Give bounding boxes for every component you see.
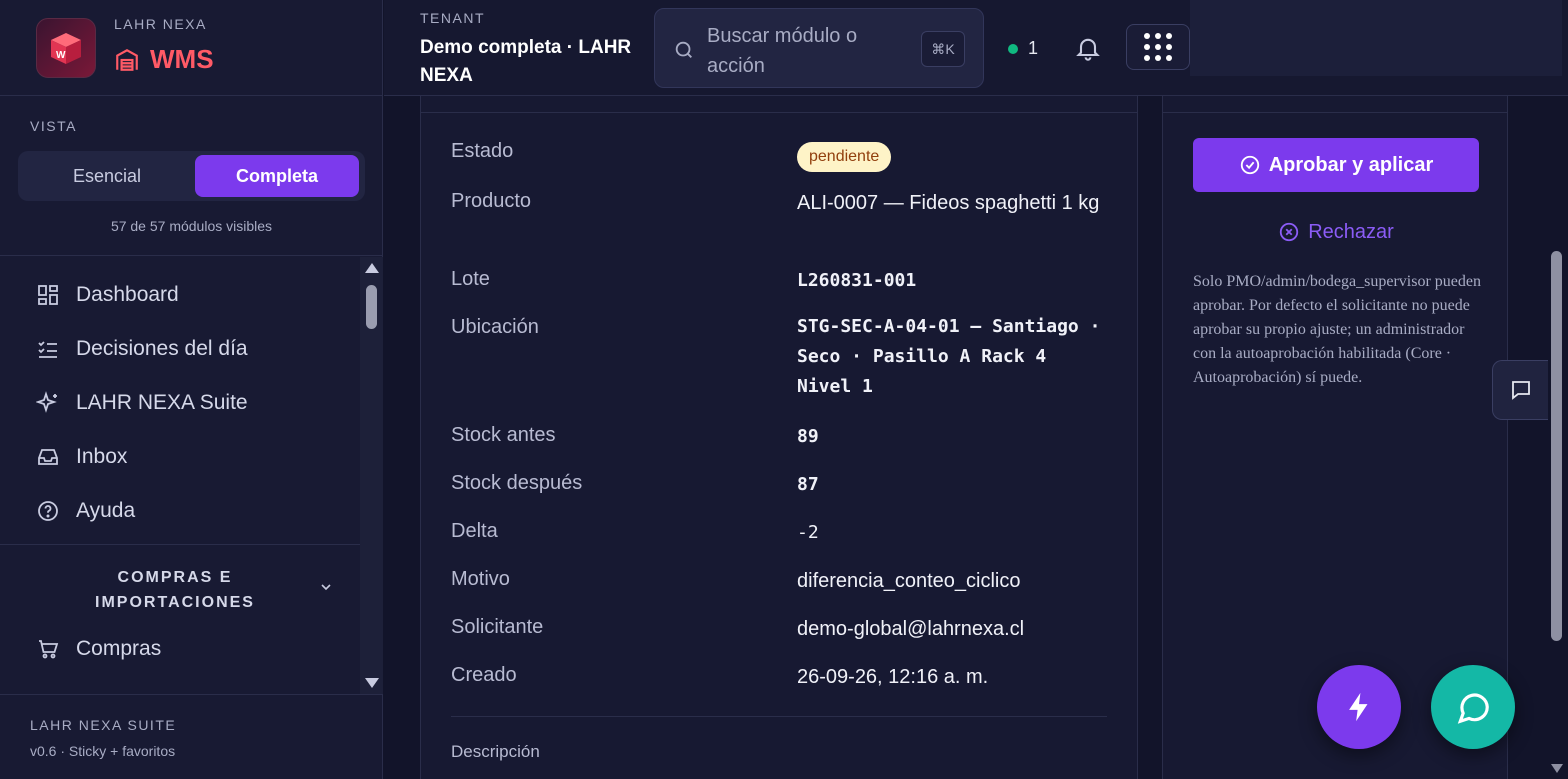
brand-overline: LAHR NEXA (114, 16, 207, 32)
online-indicator[interactable]: 1 (1008, 38, 1038, 59)
field-value: demo-global@lahrnexa.cl (797, 618, 1025, 640)
suite-version: v0.6 · Sticky + favoritos (30, 743, 176, 759)
page-scrollbar[interactable] (1548, 96, 1568, 779)
view-switcher: VISTA Esencial Completa 57 de 57 módulos… (0, 96, 383, 256)
view-option-essential[interactable]: Esencial (22, 155, 192, 197)
svg-text:W: W (56, 50, 66, 61)
scroll-down-arrow[interactable] (1551, 764, 1563, 773)
help-icon (38, 501, 58, 521)
field-label: Producto (451, 190, 532, 212)
adjustment-detail-card: Estado pendiente Producto ALI-0007 — Fid… (420, 96, 1138, 779)
lightning-icon (1349, 692, 1368, 722)
field-value: STG-SEC-A-04-01 — Santiago · Seco · Pasi… (797, 316, 1101, 397)
field-label: Delta (451, 520, 498, 542)
sidebar-item-label: Dashboard (76, 283, 179, 306)
sidebar-item-inbox[interactable]: Inbox (36, 445, 127, 469)
reject-label: Rechazar (1308, 220, 1394, 243)
nav-divider (0, 544, 360, 545)
scroll-thumb[interactable] (366, 285, 377, 329)
sparkles-icon (36, 391, 57, 413)
status-badge: pendiente (797, 142, 892, 172)
reject-button[interactable]: Rechazar (1193, 214, 1479, 250)
suite-title: LAHR NEXA SUITE (30, 717, 177, 733)
warehouse-icon (116, 48, 138, 71)
scroll-down-arrow[interactable] (365, 678, 379, 688)
view-label: VISTA (30, 118, 77, 134)
card-divider (421, 112, 1137, 113)
field-label: Creado (451, 664, 517, 686)
approve-button[interactable]: Aprobar y aplicar (1193, 138, 1479, 192)
chat-bubble-icon (1457, 693, 1489, 724)
check-circle-icon (1240, 155, 1259, 175)
field-label: Estado (451, 140, 514, 162)
sidebar-nav: Dashboard Decisiones del día LAHR NEXA S… (0, 257, 360, 694)
chevron-down-icon[interactable] (318, 579, 334, 595)
sidebar: W LAHR NEXA WMS VISTA Esencial Completa … (0, 0, 383, 779)
view-segmented-control: Esencial Completa (18, 151, 365, 201)
online-dot-icon (1008, 43, 1018, 54)
visible-modules-count: 57 de 57 módulos visibles (110, 218, 273, 234)
approval-note: Solo PMO/admin/bodega_supervisor pueden … (1193, 273, 1481, 386)
field-label: Lote (451, 268, 490, 290)
inbox-icon (38, 449, 58, 465)
field-value: 87 (797, 474, 819, 495)
module-title: WMS (114, 44, 214, 75)
field-label: Stock antes (451, 424, 556, 446)
sidebar-item-decisions[interactable]: Decisiones del día (36, 337, 248, 361)
chat-button[interactable] (1431, 665, 1515, 749)
search-placeholder[interactable]: Buscar módulo o acción (707, 21, 907, 81)
apps-grid-button[interactable] (1126, 24, 1190, 70)
search-box[interactable]: Buscar módulo o acción ⌘K (654, 8, 984, 88)
header-panel (1190, 0, 1562, 76)
field-value: 26-09-26, 12:16 a. m. (797, 666, 989, 688)
sidebar-item-label: Compras (76, 637, 162, 660)
checklist-icon (38, 341, 57, 358)
field-value: diferencia_conteo_ciclico (797, 570, 1021, 592)
field-value: L260831-001 (797, 270, 917, 291)
sidebar-item-label: Ayuda (76, 499, 136, 522)
sidebar-scrollbar[interactable] (360, 257, 383, 694)
sidebar-item-purchases[interactable]: Compras (36, 637, 161, 661)
nav-group-title[interactable]: COMPRAS E IMPORTACIONES (60, 565, 290, 615)
sidebar-item-dashboard[interactable]: Dashboard (36, 283, 179, 307)
sidebar-item-label: LAHR NEXA Suite (76, 391, 248, 414)
field-value: 89 (797, 426, 819, 447)
bell-icon[interactable] (1074, 34, 1102, 62)
feedback-tab[interactable] (1492, 360, 1548, 420)
page-scroll-thumb[interactable] (1551, 251, 1562, 641)
module-name: WMS (150, 44, 214, 74)
view-option-complete[interactable]: Completa (195, 155, 359, 197)
card-divider (451, 716, 1107, 717)
field-value: pendiente (797, 140, 1107, 172)
card-divider (1163, 112, 1507, 113)
field-label: Stock después (451, 472, 583, 494)
field-label: Ubicación (451, 316, 539, 338)
field-label: Motivo (451, 568, 510, 590)
scroll-up-arrow[interactable] (365, 263, 379, 273)
brand-header: W LAHR NEXA WMS (0, 0, 382, 96)
description-label: Descripción (451, 742, 540, 761)
tenant-label: TENANT (420, 10, 485, 26)
dashboard-icon (38, 285, 58, 305)
sidebar-item-help[interactable]: Ayuda (36, 499, 135, 523)
sidebar-item-label: Inbox (76, 445, 128, 468)
cart-icon (39, 640, 59, 659)
field-value: -2 (797, 522, 819, 543)
x-circle-icon (1280, 222, 1299, 242)
cube-logo-icon: W (51, 33, 81, 64)
sidebar-item-label: Decisiones del día (76, 337, 248, 360)
search-icon (675, 41, 692, 58)
shortcut-hint: ⌘K (921, 31, 965, 67)
sidebar-item-suite[interactable]: LAHR NEXA Suite (36, 391, 248, 415)
approve-label: Aprobar y aplicar (1268, 153, 1434, 176)
app-logo[interactable]: W (36, 18, 96, 78)
quick-actions-button[interactable] (1317, 665, 1401, 749)
field-label: Solicitante (451, 616, 544, 638)
top-header: TENANT Demo completa · LAHR NEXA Buscar … (384, 0, 1568, 96)
field-value: ALI-0007 — Fideos spaghetti 1 kg (797, 192, 1100, 214)
online-count: 1 (1028, 38, 1039, 58)
message-square-icon (1511, 381, 1530, 400)
tenant-name[interactable]: Demo completa · LAHR NEXA (420, 34, 650, 90)
suite-footer: LAHR NEXA SUITE v0.6 · Sticky + favorito… (0, 694, 383, 779)
